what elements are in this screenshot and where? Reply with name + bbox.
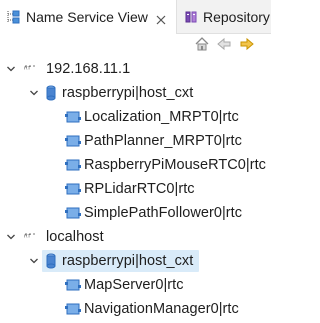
tab-name-service-view[interactable]: Name Service View [0, 0, 176, 34]
rt-component-icon [65, 302, 81, 316]
chevron-down-icon[interactable] [28, 87, 40, 99]
arrow-left-icon [216, 36, 232, 55]
manager-icon [45, 85, 57, 101]
manager-label: raspberrypi|host_cxt [62, 85, 194, 101]
rt-component-icon [65, 158, 81, 172]
tree-host-node[interactable]: ᴿᵀ localhost [0, 225, 269, 249]
chevron-down-icon[interactable] [5, 231, 17, 243]
component-label: PathPlanner_MRPT0|rtc [84, 133, 242, 149]
manager-icon [45, 253, 57, 269]
tree-component-node[interactable]: RPLidarRTC0|rtc [0, 177, 269, 201]
home-icon [194, 36, 210, 55]
component-label: MapServer0|rtc [84, 277, 184, 293]
repository-icon [183, 9, 199, 25]
tree-component-node[interactable]: RaspberryPiMouseRTC0|rtc [0, 153, 269, 177]
tree-component-node[interactable]: MapServer0|rtc [0, 273, 269, 297]
rt-component-icon [65, 182, 81, 196]
tree-host-node[interactable]: ᴿᵀ 192.168.11.1 [0, 57, 269, 81]
component-label: RaspberryPiMouseRTC0|rtc [84, 157, 266, 173]
host-label: 192.168.11.1 [46, 61, 131, 77]
chevron-down-icon[interactable] [28, 255, 40, 267]
rt-component-icon [65, 134, 81, 148]
back-button[interactable] [215, 36, 233, 54]
component-label: NavigationManager0|rtc [84, 301, 239, 317]
rt-component-icon [65, 110, 81, 124]
arrow-right-icon [239, 36, 255, 55]
component-label: RPLidarRTC0|rtc [84, 181, 195, 197]
name-service-icon [6, 9, 22, 25]
home-button[interactable] [193, 36, 211, 54]
tree-component-node[interactable]: NavigationManager0|rtc [0, 297, 269, 321]
tree-component-node[interactable]: SimplePathFollower0|rtc [0, 201, 269, 225]
tree-component-node[interactable]: PathPlanner_MRPT0|rtc [0, 129, 269, 153]
view-tab-bar: Name Service View Repository [0, 0, 271, 34]
tree-manager-node[interactable]: raspberrypi|host_cxt [0, 249, 269, 273]
component-label: Localization_MRPT0|rtc [84, 109, 239, 125]
manager-label: raspberrypi|host_cxt [62, 253, 194, 269]
tree-manager-node[interactable]: raspberrypi|host_cxt [0, 81, 269, 105]
rt-component-icon [65, 278, 81, 292]
close-icon[interactable] [156, 12, 166, 25]
rt-component-icon [65, 206, 81, 220]
tree-component-node[interactable]: Localization_MRPT0|rtc [0, 105, 269, 129]
naming-context-icon: ᴿᵀ [24, 63, 42, 75]
chevron-down-icon[interactable] [5, 63, 17, 75]
tab-label: Name Service View [26, 9, 148, 25]
host-label: localhost [46, 229, 104, 245]
naming-context-icon: ᴿᵀ [24, 231, 42, 243]
tab-label: Repository [203, 8, 270, 25]
forward-button[interactable] [238, 36, 256, 54]
component-label: SimplePathFollower0|rtc [84, 205, 243, 221]
view-toolbar [0, 34, 269, 56]
tab-repository[interactable]: Repository [176, 0, 271, 34]
